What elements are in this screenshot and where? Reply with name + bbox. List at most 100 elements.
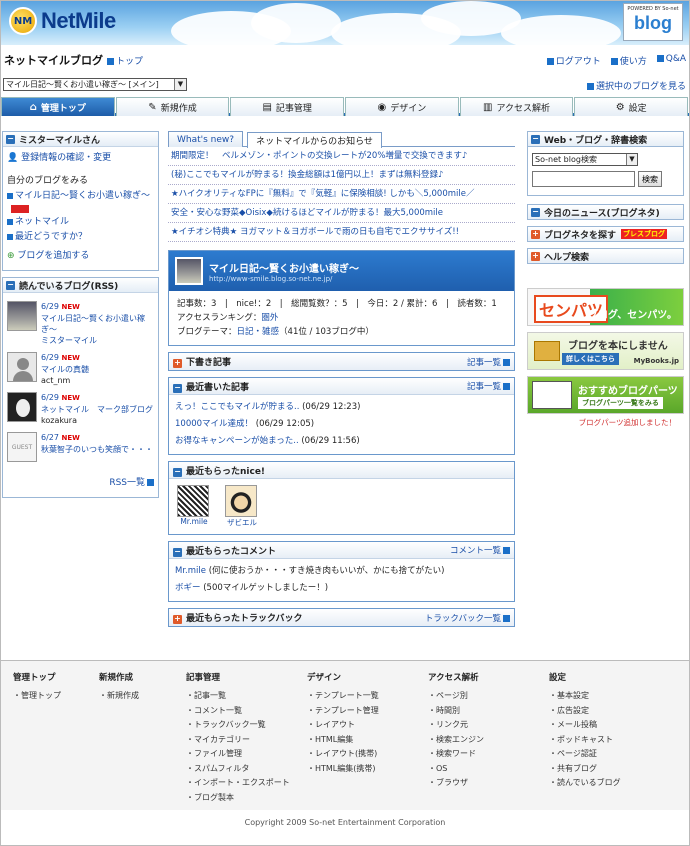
expand-icon[interactable]: +	[531, 251, 540, 261]
post-link[interactable]: お得なキャンペーンが始まった..	[175, 436, 299, 446]
footer-link[interactable]: ・HTML編集(携帯)	[307, 762, 379, 777]
news-item[interactable]: 期間限定！ ベルメゾン・ポイントの交換レートが20%増量で交換できます♪	[168, 147, 515, 166]
footer-link[interactable]: ・OS	[428, 762, 484, 777]
list-item[interactable]: GUEST 6/27 NEW 秋葉智子のいつも笑顔で・・・	[7, 432, 154, 462]
footer-link[interactable]: ・テンプレート一覧	[307, 689, 379, 704]
sonet-blog-badge[interactable]: POWERED BY So-net blog	[623, 3, 683, 41]
tab-access-analysis[interactable]: ▥ アクセス解析	[459, 97, 574, 116]
post-link[interactable]: えっ！ここでもマイルが貯まる..	[175, 402, 299, 412]
collapse-icon[interactable]: −	[173, 547, 182, 557]
collapse-icon[interactable]: −	[6, 134, 15, 144]
footer-link[interactable]: ・ブラウザ	[428, 776, 484, 791]
comment-author[interactable]: ボギー	[175, 583, 201, 593]
footer-link[interactable]: ・新規作成	[99, 689, 139, 704]
comments-more-link[interactable]: コメント一覧	[450, 544, 510, 556]
footer-link[interactable]: ・ポッドキャスト	[549, 733, 621, 748]
news-item[interactable]: ★イチオシ特典★ ヨガマット＆ヨガボールで雨の日も自宅でエクササイズ!!	[168, 223, 515, 242]
news-item[interactable]: 安全・安心な野菜◆Oisix◆続けるほどマイルが貯まる！最大5,000mile	[168, 204, 515, 223]
neta-badge[interactable]: ブレスブログ	[621, 229, 668, 239]
myblog-link[interactable]: マイル日記〜賢くお小遣い稼ぎ〜	[7, 189, 154, 204]
footer-link[interactable]: ・マイカテゴリー	[186, 733, 290, 748]
collapse-icon[interactable]: −	[173, 467, 182, 477]
footer-link[interactable]: ・時間別	[428, 704, 484, 719]
search-input[interactable]	[532, 171, 635, 187]
tab-whats-new[interactable]: What's new?	[168, 131, 244, 147]
footer-link[interactable]: ・ページ別	[428, 689, 484, 704]
footer-link[interactable]: ・検索ワード	[428, 747, 484, 762]
netmile-logo[interactable]: NM NetMile	[9, 7, 116, 35]
expand-icon[interactable]: +	[531, 229, 540, 239]
search-button[interactable]: 検索	[638, 171, 662, 187]
collapse-icon[interactable]: −	[6, 280, 15, 290]
footer-link[interactable]: ・メール投稿	[549, 718, 621, 733]
footer-link[interactable]: ・ファイル管理	[186, 747, 290, 762]
view-selected-blog-link[interactable]: 選択中のブログを見る	[586, 79, 686, 92]
footer-link[interactable]: ・レイアウト(携帯)	[307, 747, 379, 762]
senpatsu-banner[interactable]: センパツ ブログ、センパツ。	[527, 288, 684, 326]
footer-link[interactable]: ・管理トップ	[13, 689, 61, 704]
qa-link[interactable]: Q&A	[656, 54, 686, 67]
logout-link[interactable]: ログアウト	[546, 54, 601, 67]
collapse-icon[interactable]: −	[531, 134, 540, 144]
myblog-link[interactable]: ネットマイル	[7, 215, 154, 230]
tab-design[interactable]: ◉ デザイン	[345, 97, 459, 116]
rss-title-link[interactable]: マイル日記〜賢くお小遣い稼ぎ〜	[41, 314, 145, 334]
blog-parts-banner[interactable]: おすすめブログパーツ ブログパーツ一覧をみる	[527, 376, 684, 414]
blog-title-link[interactable]: マイル日記〜賢くお小遣い稼ぎ〜	[209, 260, 359, 275]
footer-link[interactable]: ・基本設定	[549, 689, 621, 704]
recent-posts-more-link[interactable]: 記事一覧	[467, 380, 510, 392]
ranking-value[interactable]: 圏外	[261, 313, 278, 323]
tab-new-post[interactable]: ✎ 新規作成	[115, 97, 230, 116]
footer-link[interactable]: ・ブログ製本	[186, 791, 290, 806]
footer-link[interactable]: ・ページ認証	[549, 747, 621, 762]
footer-link[interactable]: ・記事一覧	[186, 689, 290, 704]
genre-value[interactable]: 日記・雑感	[237, 327, 280, 337]
footer-link[interactable]: ・HTML編集	[307, 733, 379, 748]
footer-link[interactable]: ・コメント一覧	[186, 704, 290, 719]
footer-link[interactable]: ・読んでいるブログ	[549, 776, 621, 791]
drafts-more-link[interactable]: 記事一覧	[467, 356, 510, 368]
howto-link[interactable]: 使い方	[610, 54, 647, 67]
myblog-link[interactable]: 最近どうですか？	[7, 230, 154, 245]
news-item[interactable]: (秘)ここでもマイルが貯まる！換金総額は1億円以上！まずは無料登録♪	[168, 166, 515, 185]
nice-giver[interactable]: Mr.mile	[177, 485, 211, 528]
mybooks-banner[interactable]: ブログを本にしませんか? 詳しくはこちら MyBooks.jp	[527, 332, 684, 370]
footer-link[interactable]: ・リンク元	[428, 718, 484, 733]
footer-link[interactable]: ・テンプレート管理	[307, 704, 379, 719]
search-engine-select[interactable]: So-net blog検索 ▼	[532, 153, 638, 166]
rss-title-link[interactable]: 秋葉智子のいつも笑顔で・・・	[41, 445, 153, 454]
rss-title-link[interactable]: マイルの真髄	[41, 365, 89, 374]
rss-title-link[interactable]: ネットマイル マーク部ブログ	[41, 405, 153, 414]
list-item[interactable]: 6/29 NEW ネットマイル マーク部ブログ kozakura	[7, 392, 154, 426]
footer-link[interactable]: ・広告設定	[549, 704, 621, 719]
footer-link[interactable]: ・スパムフィルタ	[186, 762, 290, 777]
post-link[interactable]: 10000マイル達成！	[175, 419, 253, 429]
rss-more-link[interactable]: RSS一覧	[7, 476, 154, 491]
parts-note[interactable]: ブログパーツ追加しました！	[527, 417, 676, 428]
footer-link[interactable]: ・検索エンジン	[428, 733, 484, 748]
news-item[interactable]: ★ハイクオリティなFPに『無料』で『気軽』に保険相談! しかも＼5,000mil…	[168, 185, 515, 204]
list-item[interactable]: 6/29 NEW マイルの真髄 act_nm	[7, 352, 154, 386]
nice-giver[interactable]: ザビエル	[225, 485, 259, 528]
expand-icon[interactable]: +	[173, 359, 182, 368]
expand-icon[interactable]: +	[173, 615, 182, 624]
collapse-icon[interactable]: −	[173, 383, 182, 393]
tab-settings[interactable]: ⚙ 設定	[574, 97, 689, 116]
footer-link[interactable]: ・インポート・エクスポート	[186, 776, 290, 791]
blog-selector[interactable]: マイル日記〜賢くお小遣い稼ぎ〜 [メイン] ▼	[3, 78, 187, 91]
footer-link[interactable]: ・トラックバック一覧	[186, 718, 290, 733]
trackback-more-link[interactable]: トラックバック一覧	[425, 612, 510, 624]
add-blog-link[interactable]: ⊕ ブログを追加する	[7, 249, 154, 264]
tab-admin-top[interactable]: ⌂ 管理トップ	[1, 97, 115, 116]
list-item[interactable]: 6/29 NEW マイル日記〜賢くお小遣い稼ぎ〜 ミスターマイル	[7, 301, 154, 346]
comment-author[interactable]: Mr.mile	[175, 566, 206, 576]
tab-article-manage[interactable]: ▤ 記事管理	[230, 97, 345, 116]
footer-link[interactable]: ・レイアウト	[307, 718, 379, 733]
rss-author[interactable]: ミスターマイル	[41, 336, 97, 345]
blog-url[interactable]: http://www-smile.blog.so-net.ne.jp/	[209, 275, 359, 283]
top-link[interactable]: トップ	[107, 54, 143, 67]
collapse-icon[interactable]: −	[531, 207, 540, 217]
footer-link[interactable]: ・共有ブログ	[549, 762, 621, 777]
tab-netmile-notice[interactable]: ネットマイルからのお知らせ	[247, 132, 382, 148]
edit-profile-link[interactable]: 👤 登録情報の確認・変更	[7, 151, 154, 166]
